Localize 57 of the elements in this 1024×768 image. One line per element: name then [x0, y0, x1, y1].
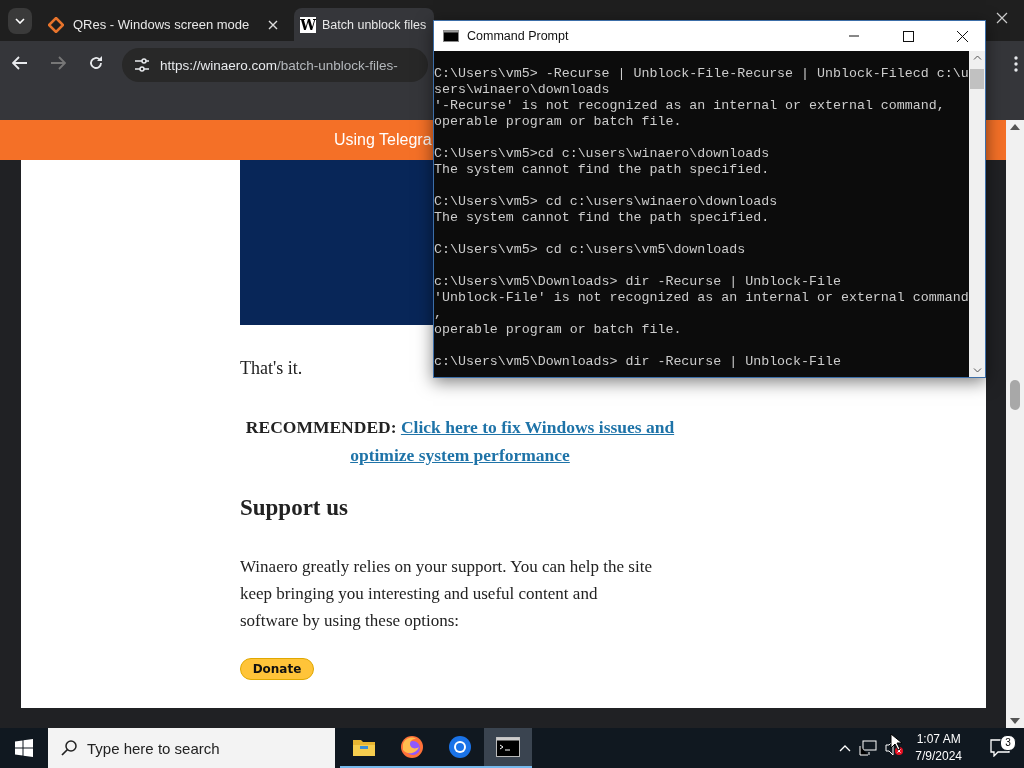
back-arrow-icon — [12, 56, 28, 70]
console-line: 'Unblock-File' is not recognized as an internal or external command — [434, 290, 969, 306]
windows-logo-icon — [15, 739, 33, 757]
section-heading: Support us — [240, 494, 350, 522]
chevron-down-icon — [15, 17, 25, 24]
caret-icon[interactable] — [839, 744, 852, 752]
console-line: C:\Users\vm5> cd c:\users\winaero\downloads — [434, 194, 778, 210]
scroll-up-icon[interactable] — [1010, 124, 1020, 130]
browser-ring-icon — [448, 735, 472, 759]
minimize-icon — [849, 35, 859, 37]
close-icon[interactable] — [996, 12, 1008, 24]
recommendation-text[interactable]: RECOMMENDED: Click here to fix Windows issues and optimize system performance — [240, 413, 680, 469]
network-icon[interactable] — [859, 740, 878, 756]
console-line: The system cannot find the path specified. — [434, 162, 770, 178]
browser-tab[interactable]: W Batch unblock files — [294, 8, 434, 41]
search-field[interactable]: Type here to search — [48, 728, 335, 768]
console-line: operable program or batch file. — [434, 114, 682, 130]
console-line: c:\Users\vm5\Downloads> dir -Recurse | Unblock-File — [434, 354, 841, 370]
scroll-down-icon[interactable] — [1010, 718, 1020, 724]
console-line: C:\Users\vm5> cd c:\users\vm5\downloads — [434, 242, 746, 258]
paragraph: Winaero greatly relies on your support. You can help the site keep bringing you interesting and useful content and software by using these options: — [240, 556, 653, 632]
tab-list-button[interactable] — [8, 7, 32, 34]
console-line: '-Recurse' is not recognized as an internal or external command, — [434, 98, 945, 114]
site-icon: W — [300, 16, 316, 33]
diamond-icon — [48, 16, 64, 33]
console-line: c:\Users\vm5\Downloads> dir -Recurse | Unblock-File — [434, 274, 841, 290]
maximize-icon — [902, 30, 914, 42]
fox-globe-icon — [400, 735, 424, 759]
scrollbar[interactable] — [969, 51, 985, 377]
browser-tab[interactable]: QRes - Windows screen mode — [38, 8, 288, 41]
scroll-thumb[interactable] — [970, 69, 984, 89]
console-line: C:\Users\vm5> -Recurse | Unblock-File-Recurse | Unblock-Filecd c:\u — [434, 66, 969, 82]
scrollbar[interactable] — [1006, 120, 1024, 728]
folder-icon — [352, 737, 376, 757]
console-line: The system cannot find the path specified. — [434, 210, 770, 226]
cursor-icon — [890, 733, 902, 751]
terminal-icon — [496, 737, 520, 757]
notification-count: 3 — [1000, 735, 1016, 751]
site-settings-icon[interactable] — [134, 58, 150, 72]
close-icon[interactable] — [268, 19, 278, 30]
menu-icon[interactable] — [1014, 56, 1018, 72]
window-title: Command Prompt — [467, 29, 569, 43]
console-line: sers\winaero\downloads — [434, 82, 610, 98]
console-line: , — [434, 306, 442, 322]
reload-icon — [88, 55, 104, 71]
forward-arrow-icon — [50, 56, 66, 70]
terminal-icon — [443, 30, 459, 42]
taskbar-app[interactable] — [484, 728, 532, 768]
clock[interactable]: 1:07 AM 7/9/2024 — [915, 731, 962, 765]
donate-button[interactable]: Donate — [240, 658, 314, 680]
console-line: C:\Users\vm5>cd c:\users\winaero\downloads — [434, 146, 770, 162]
paragraph: That's it. — [240, 357, 303, 379]
scroll-thumb[interactable] — [1010, 380, 1020, 410]
address-bar[interactable]: https://winaero.com/batch-unblock-files- — [122, 48, 428, 82]
close-icon — [956, 30, 968, 42]
console-line: operable program or batch file. — [434, 322, 682, 338]
search-icon — [61, 740, 77, 756]
